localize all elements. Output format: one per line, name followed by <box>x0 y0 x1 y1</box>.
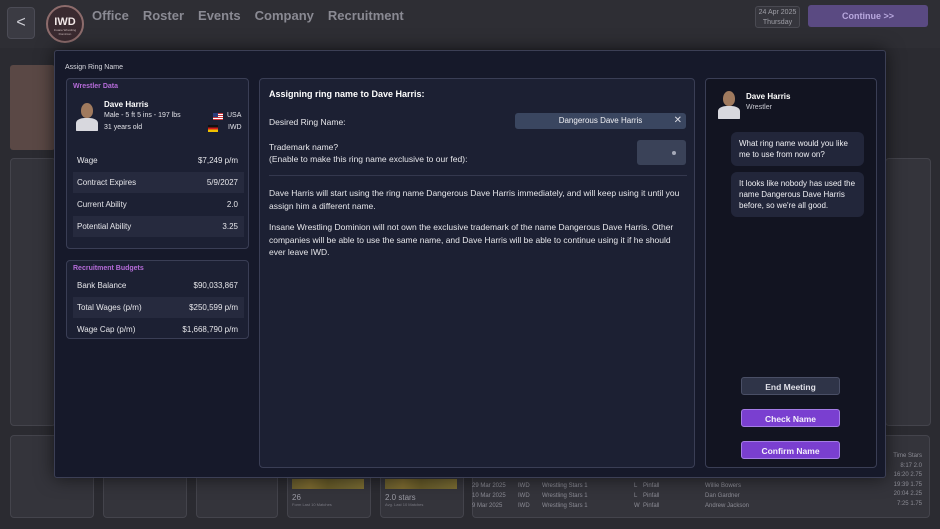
wrestler-age: 31 years old <box>104 124 143 131</box>
form-stat-value: 26 <box>292 493 301 502</box>
stat-wage-cap: Wage Cap (p/m) $1,668,790 p/m <box>77 325 238 334</box>
chat-message: It looks like nobody has used the name D… <box>731 172 864 217</box>
stars-stat-caption: Avg. Last 10 Matches <box>385 502 424 507</box>
background-panel-right <box>885 158 931 426</box>
table-row: 29 Mar 2025 IWD Wrestling Stars 1 L Pinfall W… <box>472 483 742 489</box>
wrestler-nationality: USA <box>227 112 242 119</box>
trademark-label: Trademark name? <box>269 142 339 152</box>
table-row: 9 Mar 2025 IWD Wrestling Stars 1 W Pinfall An… <box>472 503 750 509</box>
end-meeting-button[interactable]: End Meeting <box>741 377 840 395</box>
trademark-paragraph: Insane Wrestling Dominion will not own t… <box>269 222 674 257</box>
form-stat-caption: Form Last 10 Matches <box>292 502 332 507</box>
usa-flag-icon <box>213 113 223 120</box>
stat-wage: Wage $7,249 p/m <box>77 156 238 165</box>
ring-name-panel: Assigning ring name to Dave Harris: Desi… <box>259 78 695 468</box>
stars-stat: 2.0 stars Avg. Last 10 Matches <box>385 493 423 507</box>
usage-paragraph: Dave Harris will start using the ring na… <box>269 188 680 211</box>
trademark-sublabel: (Enable to make this ring name exclusive… <box>269 154 468 164</box>
stat-total-wages: Total Wages (p/m) $250,599 p/m <box>73 297 244 318</box>
wrestler-company: IWD <box>228 124 242 131</box>
top-bar: < IWD Insane Wrestling Dominion Office R… <box>0 0 940 48</box>
form-colorbar <box>292 479 364 489</box>
meeting-chat-panel: Dave Harris Wrestler What ring name woul… <box>705 78 877 468</box>
clear-icon[interactable]: ✕ <box>674 113 682 129</box>
continue-button[interactable]: Continue >> <box>808 5 928 27</box>
background-panel-left <box>10 158 56 426</box>
chat-wrestler-role: Wrestler <box>746 104 772 111</box>
chat-wrestler-name: Dave Harris <box>746 92 791 101</box>
modal-title: Assign Ring Name <box>65 64 123 71</box>
wrestler-name: Dave Harris <box>104 100 149 109</box>
panel-heading: Assigning ring name to Dave Harris: <box>269 89 425 99</box>
check-name-button[interactable]: Check Name <box>741 409 840 427</box>
nav-company[interactable]: Company <box>255 8 314 23</box>
back-button[interactable]: < <box>7 7 35 39</box>
desired-ring-name-label: Desired Ring Name: <box>269 117 346 127</box>
nav-roster[interactable]: Roster <box>143 8 184 23</box>
recruitment-budgets-card: Recruitment Budgets Bank Balance $90,033… <box>66 260 249 339</box>
chat-avatar <box>716 89 742 119</box>
nav-events[interactable]: Events <box>198 8 241 23</box>
match-time-stars-column: Time Stars 8:17 2.0 16:20 2.75 19:39 1.7… <box>893 453 922 507</box>
stars-stat-value: 2.0 stars <box>385 493 416 502</box>
stat-contract-expires: Contract Expires 5/9/2027 <box>73 172 244 193</box>
stat-bank-balance: Bank Balance $90,033,867 <box>77 281 238 290</box>
ring-name-input[interactable]: Dangerous Dave Harris ✕ <box>515 113 686 129</box>
form-stat: 26 Form Last 10 Matches <box>292 493 332 507</box>
stars-colorbar <box>385 479 457 489</box>
background-avatar <box>10 65 55 150</box>
toggle-knob <box>672 151 676 155</box>
main-nav: Office Roster Events Company Recruitment <box>92 8 404 23</box>
match-history-table: 29 Mar 2025 IWD Wrestling Stars 1 L Pinfall W… <box>472 481 932 529</box>
company-logo[interactable]: IWD Insane Wrestling Dominion <box>46 5 84 43</box>
recruitment-budgets-header: Recruitment Budgets <box>73 265 144 272</box>
company-flag-icon <box>208 125 218 132</box>
wrestler-data-card: Wrestler Data Dave Harris Male - 5 ft 5 … <box>66 78 249 249</box>
nav-office[interactable]: Office <box>92 8 129 23</box>
logo-subtext: Insane Wrestling Dominion <box>53 28 77 36</box>
wrestler-summary: Dave Harris Male - 5 ft 5 ins - 197 lbs … <box>67 93 248 139</box>
chat-message: What ring name would you like me to use … <box>731 132 864 166</box>
trademark-toggle[interactable] <box>637 140 686 165</box>
stat-current-ability: Current Ability 2.0 <box>77 200 238 209</box>
date-display: 24 Apr 2025 Thursday <box>755 6 800 28</box>
wrestler-portrait <box>74 101 100 131</box>
divider <box>269 175 687 176</box>
wrestler-details: Male - 5 ft 5 ins - 197 lbs <box>104 112 181 119</box>
stat-potential-ability: Potential Ability 3.25 <box>73 216 244 237</box>
ring-name-value: Dangerous Dave Harris <box>558 116 643 125</box>
confirm-name-button[interactable]: Confirm Name <box>741 441 840 459</box>
assign-ring-name-modal: Assign Ring Name Wrestler Data Dave Harr… <box>54 50 886 478</box>
logo-text: IWD <box>54 16 76 28</box>
weekday-text: Thursday <box>762 19 793 26</box>
table-row: 10 Mar 2025 IWD Wrestling Stars 1 L Pinfall D… <box>472 493 740 499</box>
nav-recruitment[interactable]: Recruitment <box>328 8 404 23</box>
date-text: 24 Apr 2025 <box>758 9 797 16</box>
wrestler-data-header: Wrestler Data <box>73 83 119 90</box>
